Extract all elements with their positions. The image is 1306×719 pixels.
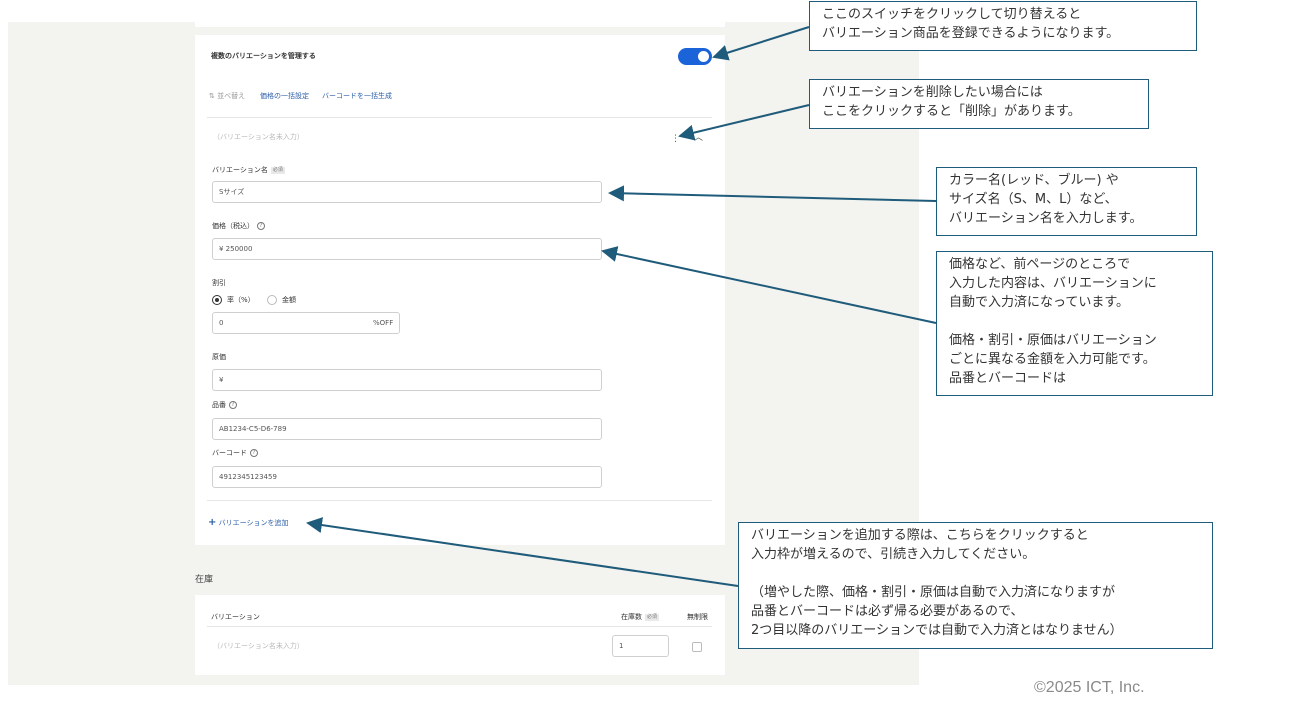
arrow-add: [306, 517, 739, 587]
callout-add: バリエーションを追加する際は、こちらをクリックすると 入力枠が増えるので、引続き…: [738, 522, 1213, 649]
callout-delete: バリエーションを削除したい場合には ここをクリックすると「削除」があります。: [809, 79, 1149, 129]
arrow-toggle: [712, 26, 810, 61]
arrow-delete: [678, 104, 810, 141]
callout-toggle: ここのスイッチをクリックして切り替えると バリエーション商品を登録できるようにな…: [809, 1, 1197, 51]
callout-name: カラー名(レッド、ブルー) や サイズ名（S、M、L）など、 バリエーション名を…: [936, 167, 1197, 236]
arrow-name: [608, 185, 937, 202]
arrow-price: [601, 246, 937, 324]
callout-price: 価格など、前ページのところで 入力した内容は、バリエーションに 自動で入力済にな…: [936, 251, 1213, 396]
copyright: ©2025 ICT, Inc.: [1034, 679, 1145, 696]
